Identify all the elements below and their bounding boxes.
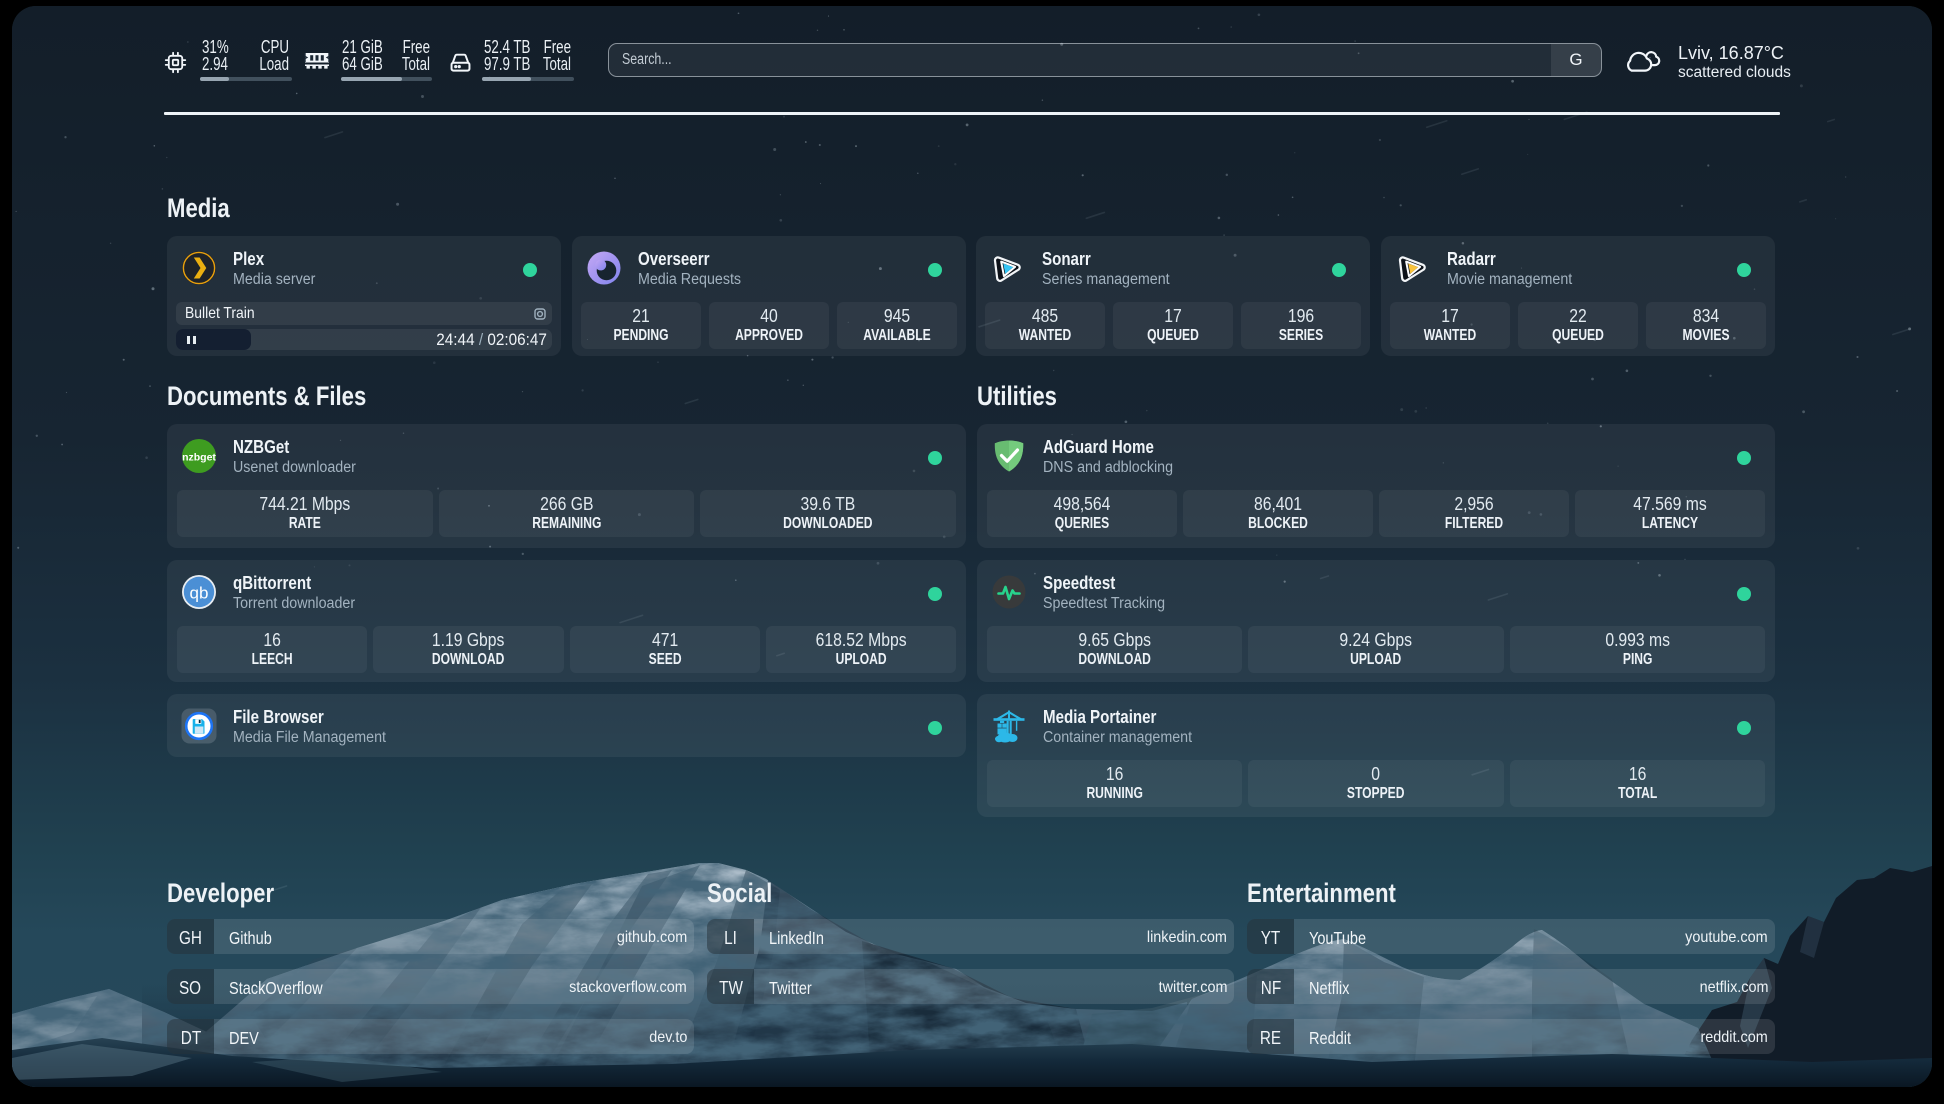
svg-text:qb: qb [190,584,209,603]
svg-text:nzbget: nzbget [182,452,216,464]
